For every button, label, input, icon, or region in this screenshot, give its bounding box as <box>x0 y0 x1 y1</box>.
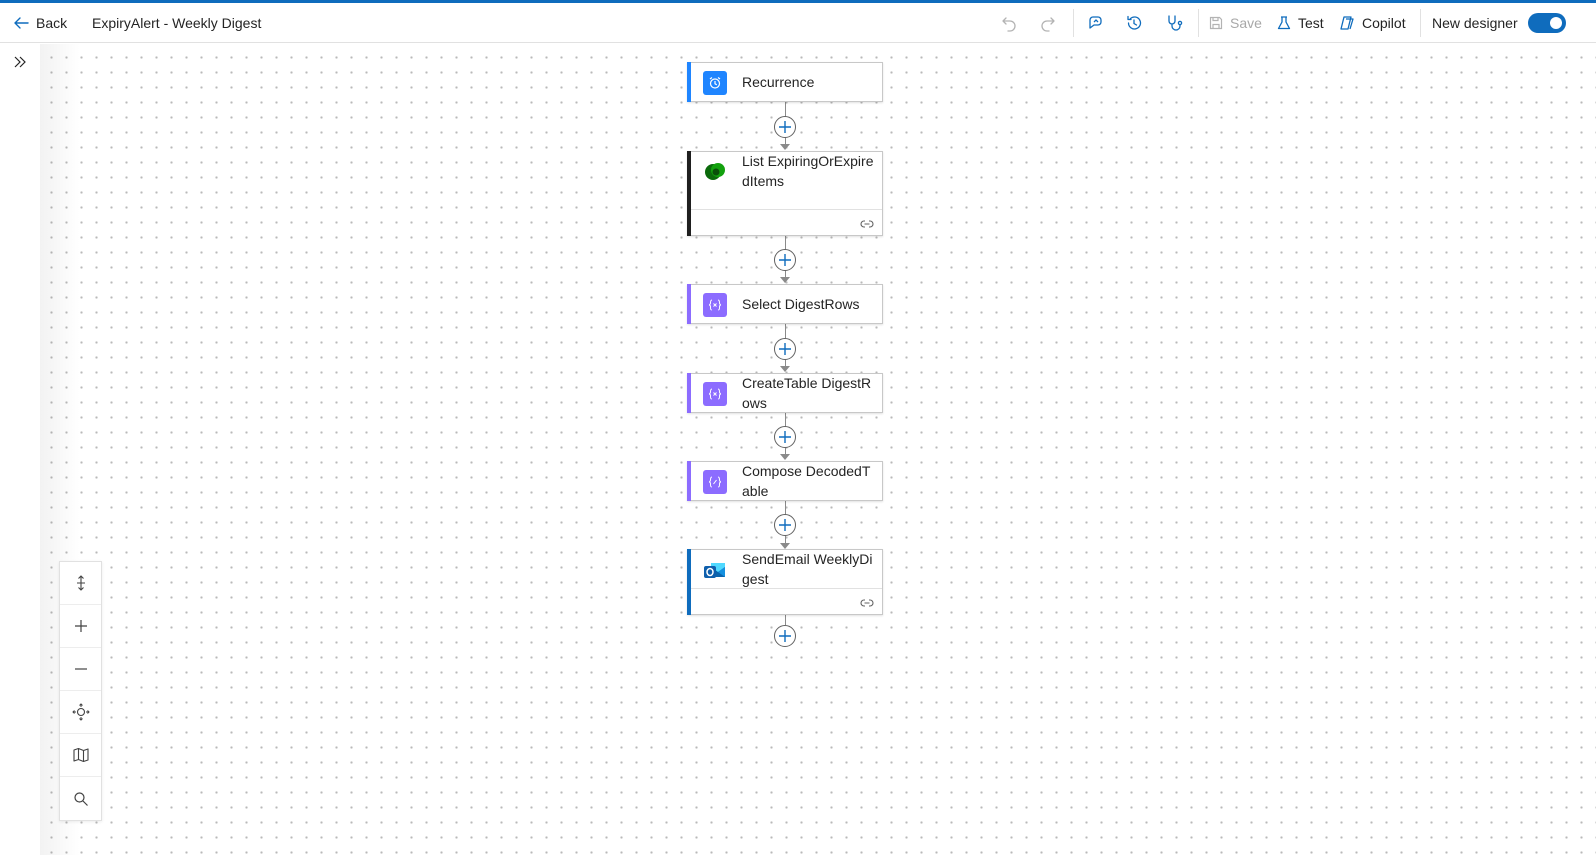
undo-icon <box>1002 17 1016 32</box>
alarm-clock-icon <box>703 71 727 95</box>
connector-arrow <box>780 366 790 372</box>
data-operation-icon <box>703 382 727 406</box>
test-button[interactable]: Test <box>1276 3 1324 43</box>
copilot-label: Copilot <box>1362 15 1406 31</box>
fit-view-button[interactable] <box>60 691 101 734</box>
beaker-icon <box>1277 16 1291 30</box>
new-designer-label: New designer <box>1432 15 1518 31</box>
minimap-icon <box>72 747 89 763</box>
stethoscope-icon <box>1168 15 1183 31</box>
flow-diagnostics-button[interactable] <box>1160 3 1188 43</box>
chevron-double-right-icon <box>14 56 26 68</box>
version-history-icon <box>1127 15 1142 30</box>
add-step-button[interactable] <box>774 116 796 138</box>
step-label: Compose DecodedTable <box>742 463 871 499</box>
canvas-controls <box>59 561 102 821</box>
step-label: CreateTable DigestRows <box>742 375 872 411</box>
add-step-button[interactable] <box>774 426 796 448</box>
save-icon <box>1209 16 1223 30</box>
card-accent <box>687 373 691 413</box>
step-card-create-table[interactable]: CreateTable DigestRows <box>687 373 883 413</box>
flow-checker-button[interactable] <box>1081 3 1109 43</box>
copilot-button[interactable]: Copilot <box>1338 3 1406 43</box>
redo-button[interactable] <box>1034 3 1062 43</box>
test-label: Test <box>1298 15 1324 31</box>
plus-icon <box>779 630 791 642</box>
fit-vertical-button[interactable] <box>60 562 101 605</box>
toolbar-divider <box>1073 9 1074 37</box>
step-label: Select DigestRows <box>742 296 860 312</box>
data-operation-icon <box>703 470 727 494</box>
copilot-icon <box>1340 16 1354 30</box>
undo-button[interactable] <box>995 3 1023 43</box>
toolbar-divider <box>1420 9 1421 37</box>
link-icon <box>860 599 874 607</box>
minimap-button[interactable] <box>60 734 101 777</box>
connector-arrow <box>780 454 790 460</box>
save-label: Save <box>1230 15 1262 31</box>
new-designer-toggle[interactable] <box>1527 13 1566 33</box>
step-label: List ExpiringOrExpiredItems <box>742 153 874 189</box>
zoom-in-icon <box>74 620 87 632</box>
toolbar-divider <box>1198 9 1199 37</box>
add-step-button[interactable] <box>774 249 796 271</box>
top-toolbar: Back ExpiryAlert - Weekly Digest Save Te… <box>0 3 1596 43</box>
step-card-recurrence[interactable]: Recurrence <box>687 62 883 102</box>
new-designer-toggle-group: New designer <box>1432 3 1566 43</box>
plus-icon <box>779 343 791 355</box>
zoom-in-button[interactable] <box>60 605 101 648</box>
connector-line <box>785 615 786 625</box>
link-icon <box>860 220 874 228</box>
zoom-out-button[interactable] <box>60 648 101 691</box>
plus-icon <box>779 431 791 443</box>
flow-title: ExpiryAlert - Weekly Digest <box>92 15 262 31</box>
zoom-out-icon <box>74 668 87 670</box>
add-step-button[interactable] <box>774 625 796 647</box>
card-accent <box>687 62 691 102</box>
dataverse-icon <box>703 160 727 184</box>
plus-icon <box>779 121 791 133</box>
fit-vertical-icon <box>76 575 85 591</box>
add-step-button[interactable] <box>774 514 796 536</box>
card-footer <box>691 209 882 235</box>
outlook-icon <box>703 558 727 582</box>
step-card-list-items[interactable]: List ExpiringOrExpiredItems <box>687 151 883 236</box>
redo-icon <box>1041 17 1055 32</box>
add-step-button[interactable] <box>774 338 796 360</box>
step-card-compose[interactable]: Compose DecodedTable <box>687 461 883 501</box>
fit-view-icon <box>71 703 90 721</box>
flow-checker-icon <box>1089 16 1102 29</box>
step-label: SendEmail WeeklyDigest <box>742 551 873 587</box>
arrow-left-icon <box>14 17 29 29</box>
connector-arrow <box>780 144 790 150</box>
back-label: Back <box>36 15 68 31</box>
search-icon <box>73 791 88 806</box>
version-history-button[interactable] <box>1120 3 1148 43</box>
connector-arrow <box>780 277 790 283</box>
step-label: Recurrence <box>742 74 815 90</box>
card-accent <box>687 284 691 324</box>
data-operation-icon <box>703 293 727 317</box>
expand-panel-button[interactable] <box>8 52 32 72</box>
card-accent <box>687 461 691 501</box>
step-card-select[interactable]: Select DigestRows <box>687 284 883 324</box>
left-rail <box>0 44 40 855</box>
back-button[interactable]: Back <box>12 3 67 43</box>
search-button[interactable] <box>60 777 101 820</box>
plus-icon <box>779 254 791 266</box>
save-button[interactable]: Save <box>1208 3 1262 43</box>
plus-icon <box>779 519 791 531</box>
card-footer <box>691 588 882 614</box>
step-card-send-email[interactable]: SendEmail WeeklyDigest <box>687 549 883 615</box>
